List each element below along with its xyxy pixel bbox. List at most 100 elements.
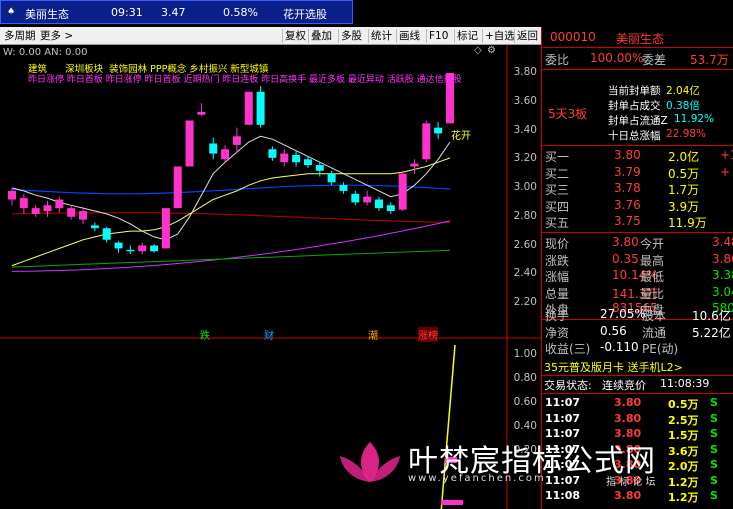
seal-amount-value: 2.04亿: [666, 85, 700, 97]
candle-body[interactable]: [67, 208, 76, 217]
stat-label: 流通: [642, 325, 667, 340]
candle-body[interactable]: [292, 154, 301, 163]
more-button[interactable]: 更多 >: [38, 29, 75, 43]
candle-body[interactable]: [386, 205, 395, 212]
candle-body[interactable]: [303, 159, 312, 166]
pin-icon[interactable]: ♠: [7, 7, 15, 17]
ma-blue-line: [11, 184, 451, 195]
tick-side: S: [710, 458, 718, 471]
seal-float-value: 11.92%: [674, 113, 715, 125]
candle-body[interactable]: [327, 173, 336, 183]
candle-body[interactable]: [363, 196, 372, 203]
price-tick-label: 2.40: [513, 267, 537, 280]
candle-body[interactable]: [31, 208, 40, 214]
candle-body[interactable]: [256, 91, 265, 125]
candle-body[interactable]: [434, 127, 443, 134]
candle-body[interactable]: [150, 245, 159, 252]
promo-link[interactable]: 35元普及版月卡 送手机L2>: [544, 359, 683, 375]
candle-body[interactable]: [90, 225, 99, 229]
ticker-pct: 0.58%: [223, 6, 258, 19]
marker-zhangbang: 涨榜: [418, 327, 438, 342]
seal-float-label: 封单占流通Z: [608, 115, 668, 127]
fuquan-button[interactable]: 复权: [282, 29, 308, 43]
bid-label: 买二: [545, 166, 570, 181]
candle-body[interactable]: [268, 149, 277, 158]
candle-body[interactable]: [43, 205, 52, 212]
tick-volume: 1.2万: [668, 475, 699, 489]
bid-row[interactable]: 买四 3.76 3.9万: [542, 198, 733, 215]
candle-body[interactable]: [197, 111, 206, 115]
candle-body[interactable]: [185, 120, 194, 167]
quote-stat-row: 涨幅10.14%最低3.38: [542, 268, 733, 285]
seal-deal-label: 封单占成交: [608, 100, 661, 112]
candle-body[interactable]: [280, 153, 289, 163]
stat-label: 最低: [640, 270, 665, 284]
candle-body[interactable]: [19, 198, 28, 209]
candle-body[interactable]: [398, 173, 407, 210]
back-button[interactable]: 返回: [514, 29, 540, 43]
tick-volume: 1.5万: [668, 429, 699, 442]
tick-price: 3.80: [614, 489, 642, 502]
candle-body[interactable]: [55, 199, 64, 209]
candle-body[interactable]: [422, 123, 431, 160]
tick-price: 3.80: [614, 396, 642, 409]
candle-body[interactable]: [126, 249, 135, 252]
bid-volume: 2.0亿: [668, 150, 700, 164]
candle-body[interactable]: [221, 149, 230, 160]
seal-amount-label: 当前封单额: [608, 85, 661, 97]
bid-row[interactable]: 买三 3.78 1.7万: [542, 181, 733, 198]
candle-body[interactable]: [138, 245, 147, 252]
stat-value: -0.110: [600, 340, 639, 354]
add-watchlist-button[interactable]: +自选: [482, 29, 517, 43]
candle-body[interactable]: [351, 193, 360, 203]
bid-volume: 0.5万: [668, 166, 700, 181]
stat-label: PE(动): [642, 342, 679, 356]
bid-row[interactable]: 买五 3.75 11.9万: [542, 214, 733, 231]
price-tick-label: 2.20: [513, 296, 537, 308]
candle-body[interactable]: [209, 143, 218, 154]
candle-body[interactable]: [315, 165, 324, 171]
bid-price: 3.78: [614, 181, 641, 195]
fundamental-row: 收益(三) -0.110 PE(动): [542, 340, 733, 357]
settings-icon[interactable]: ⚙: [487, 45, 496, 56]
bid-volume: 1.7万: [668, 183, 700, 197]
candle-body[interactable]: [232, 136, 241, 145]
ten-day-value: 22.98%: [666, 128, 707, 140]
candle-body[interactable]: [8, 190, 16, 200]
stat-value: 10.6亿: [692, 309, 731, 323]
overlay-button[interactable]: 叠加: [308, 29, 334, 43]
candle-body[interactable]: [339, 185, 348, 191]
bid-row[interactable]: 买一 3.80 2.0亿 +1: [542, 148, 733, 165]
stat-value: 3.48: [712, 235, 733, 249]
bid-change: +: [720, 164, 731, 179]
tick-side: S: [710, 411, 718, 425]
period-button[interactable]: 多周期: [2, 29, 38, 43]
tick-side: S: [710, 442, 718, 456]
stats-button[interactable]: 统计: [368, 29, 394, 43]
indicator-line: W: 0.00 AN: 0.00: [3, 47, 88, 58]
candle-body[interactable]: [173, 166, 182, 209]
draw-button[interactable]: 画线: [396, 29, 422, 43]
ten-day-label: 十日总涨幅: [608, 130, 661, 142]
bid-row[interactable]: 买二 3.79 0.5万 +: [542, 165, 733, 182]
candle-body[interactable]: [79, 211, 88, 220]
candle-body[interactable]: [410, 163, 419, 167]
candle-body[interactable]: [161, 208, 170, 249]
f10-button[interactable]: F10: [426, 29, 450, 43]
mark-button[interactable]: 标记: [454, 29, 480, 43]
ticker-bar[interactable]: ♠ 美丽生态 09:31 3.47 0.58% 花开选股: [0, 0, 353, 24]
multi-stock-button[interactable]: 多股: [338, 29, 364, 43]
weicha-label: 委差: [642, 53, 667, 67]
candle-body[interactable]: [114, 242, 123, 249]
stat-label: 现价: [545, 237, 570, 251]
price-tick-label: 2.80: [513, 209, 537, 222]
stat-value: 5.22亿: [692, 325, 731, 340]
tick-volume: 0.5万: [668, 398, 699, 411]
stat-label: 最高: [640, 253, 665, 268]
diamond-icon[interactable]: ◇: [474, 45, 482, 56]
candle-body[interactable]: [244, 91, 253, 125]
ticker-time: 09:31: [111, 6, 143, 19]
candle-body[interactable]: [102, 228, 111, 240]
stat-label: 收益(三): [545, 342, 591, 356]
candle-body[interactable]: [374, 199, 383, 209]
